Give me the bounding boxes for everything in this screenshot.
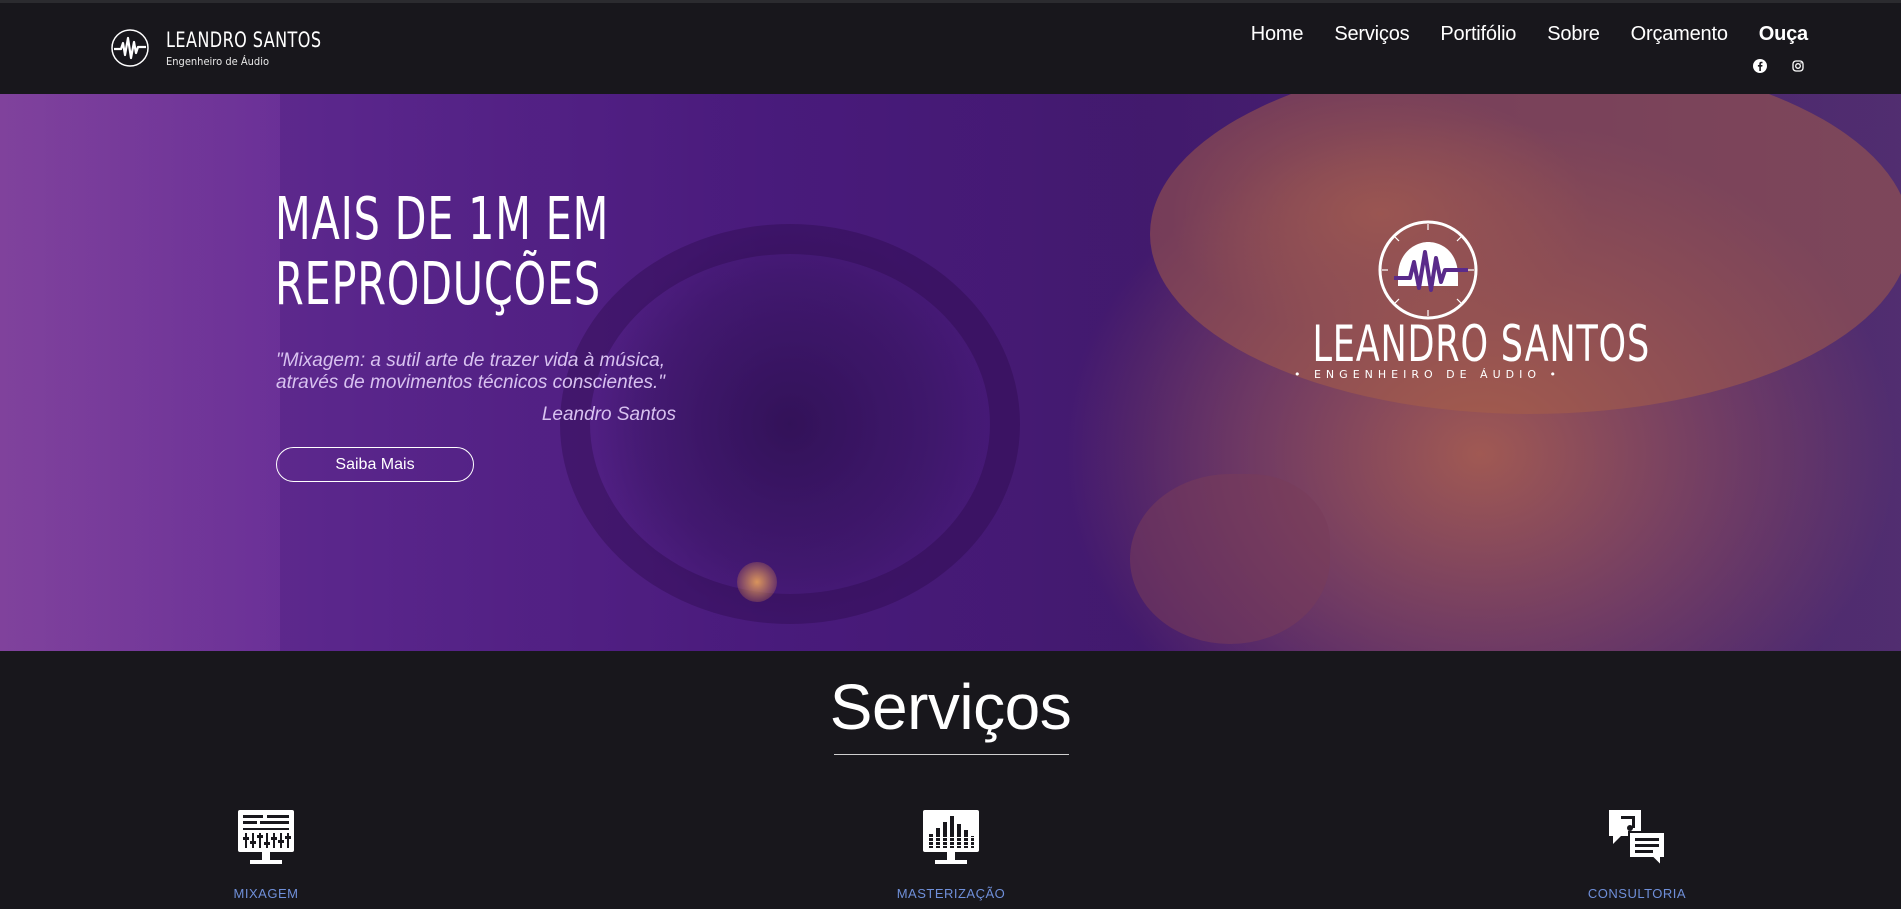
saiba-mais-button[interactable]: Saiba Mais (276, 447, 474, 482)
hero-headline-line1: MAIS DE 1M EM (275, 184, 610, 253)
hero-quote-line1: "Mixagem: a sutil arte de trazer vida à … (276, 350, 666, 371)
service-masterizacao[interactable]: MASTERIZAÇÃO (851, 806, 1051, 901)
waveform-emblem-icon (1378, 220, 1477, 320)
chat-music-icon (1609, 810, 1666, 869)
main-nav: Home Serviços Portifólio Sobre Orçamento… (1251, 23, 1808, 46)
hero-headline-line2: REPRODUÇÕES (275, 249, 601, 318)
service-mixagem[interactable]: MIXAGEM (166, 806, 366, 901)
waveform-logo-icon (111, 29, 149, 67)
service-consultoria[interactable]: CONSULTORIA (1537, 806, 1737, 901)
hero-logo-name: LEANDRO SANTOS (1312, 315, 1651, 373)
service-label-mixagem: MIXAGEM (233, 886, 299, 901)
brand-subtitle: Engenheiro de Áudio (166, 55, 270, 68)
hero-headline: MAIS DE 1M EM REPRODUÇÕES (275, 186, 609, 316)
facebook-icon[interactable] (1752, 58, 1768, 74)
services-title: Serviços (829, 671, 1072, 743)
hero-photo-light (737, 562, 777, 602)
mixing-console-icon (238, 810, 294, 864)
nav-ouca[interactable]: Ouça (1759, 23, 1808, 46)
services-divider (834, 754, 1069, 755)
equalizer-monitor-icon (923, 810, 979, 864)
nav-orcamento[interactable]: Orçamento (1631, 23, 1728, 46)
service-label-consultoria: CONSULTORIA (1587, 886, 1687, 901)
service-label-masterizacao: MASTERIZAÇÃO (896, 886, 1006, 901)
hero-photo-ear (1130, 474, 1330, 644)
hero-quote: "Mixagem: a sutil arte de trazer vida à … (276, 350, 676, 394)
instagram-icon[interactable] (1790, 58, 1806, 74)
hero-quote-line2: através de movimentos técnicos conscient… (276, 372, 666, 393)
nav-sobre[interactable]: Sobre (1547, 23, 1600, 46)
site-header: LEANDRO SANTOS Engenheiro de Áudio Home … (0, 3, 1901, 94)
social-links (1752, 58, 1806, 74)
brand[interactable]: LEANDRO SANTOS Engenheiro de Áudio (110, 28, 349, 68)
nav-home[interactable]: Home (1251, 23, 1304, 46)
brand-name: LEANDRO SANTOS (166, 28, 322, 52)
nav-portifolio[interactable]: Portifólio (1440, 23, 1516, 46)
hero-quote-author: Leandro Santos (541, 404, 676, 425)
nav-servicos[interactable]: Serviços (1334, 23, 1409, 46)
hero-logo: LEANDRO SANTOS • ENGENHEIRO DE ÁUDIO • (1280, 218, 1651, 381)
